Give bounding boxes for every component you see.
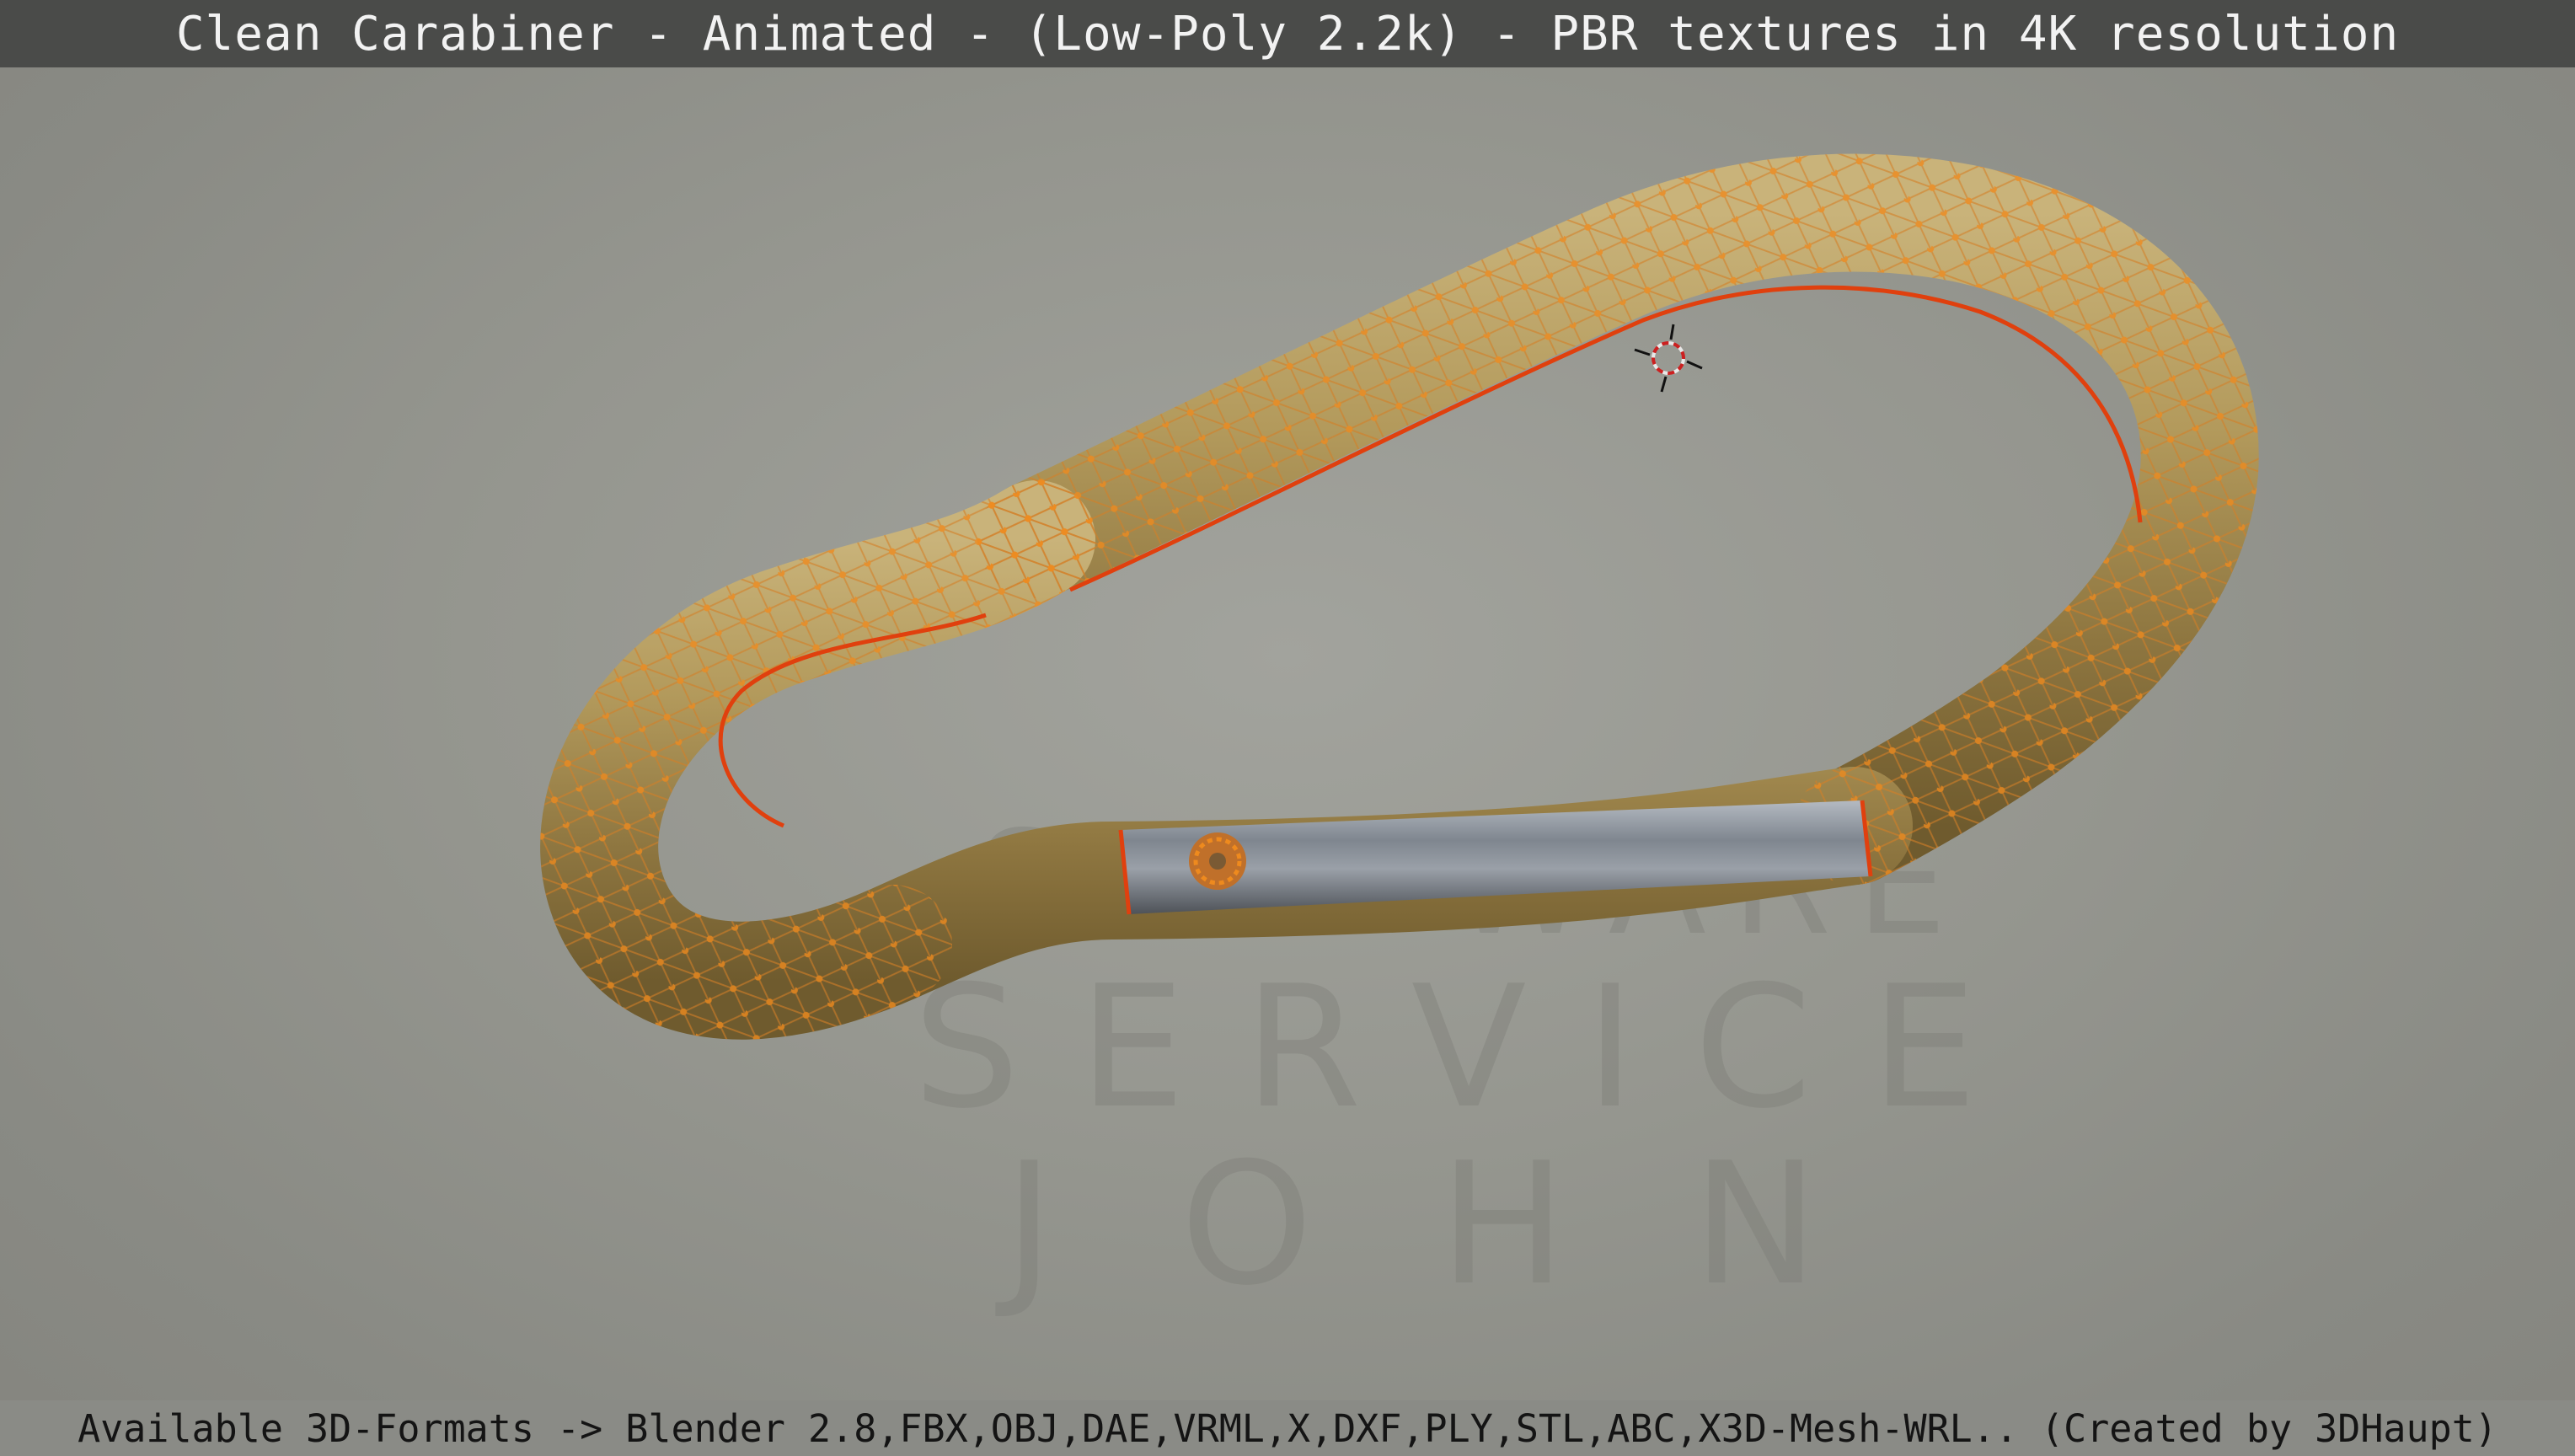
3d-viewport[interactable]: SOFTWARE SERVICE JOHN bbox=[0, 0, 2575, 1456]
carabiner-model[interactable] bbox=[0, 67, 2575, 1400]
footer-bar: Available 3D-Formats -> Blender 2.8,FBX,… bbox=[0, 1400, 2575, 1456]
title-bar: Clean Carabiner - Animated - (Low-Poly 2… bbox=[0, 0, 2575, 67]
video-title: Clean Carabiner - Animated - (Low-Poly 2… bbox=[175, 6, 2400, 62]
3d-cursor-icon[interactable] bbox=[1634, 324, 1703, 393]
available-formats-text: Available 3D-Formats -> Blender 2.8,FBX,… bbox=[78, 1405, 2497, 1451]
